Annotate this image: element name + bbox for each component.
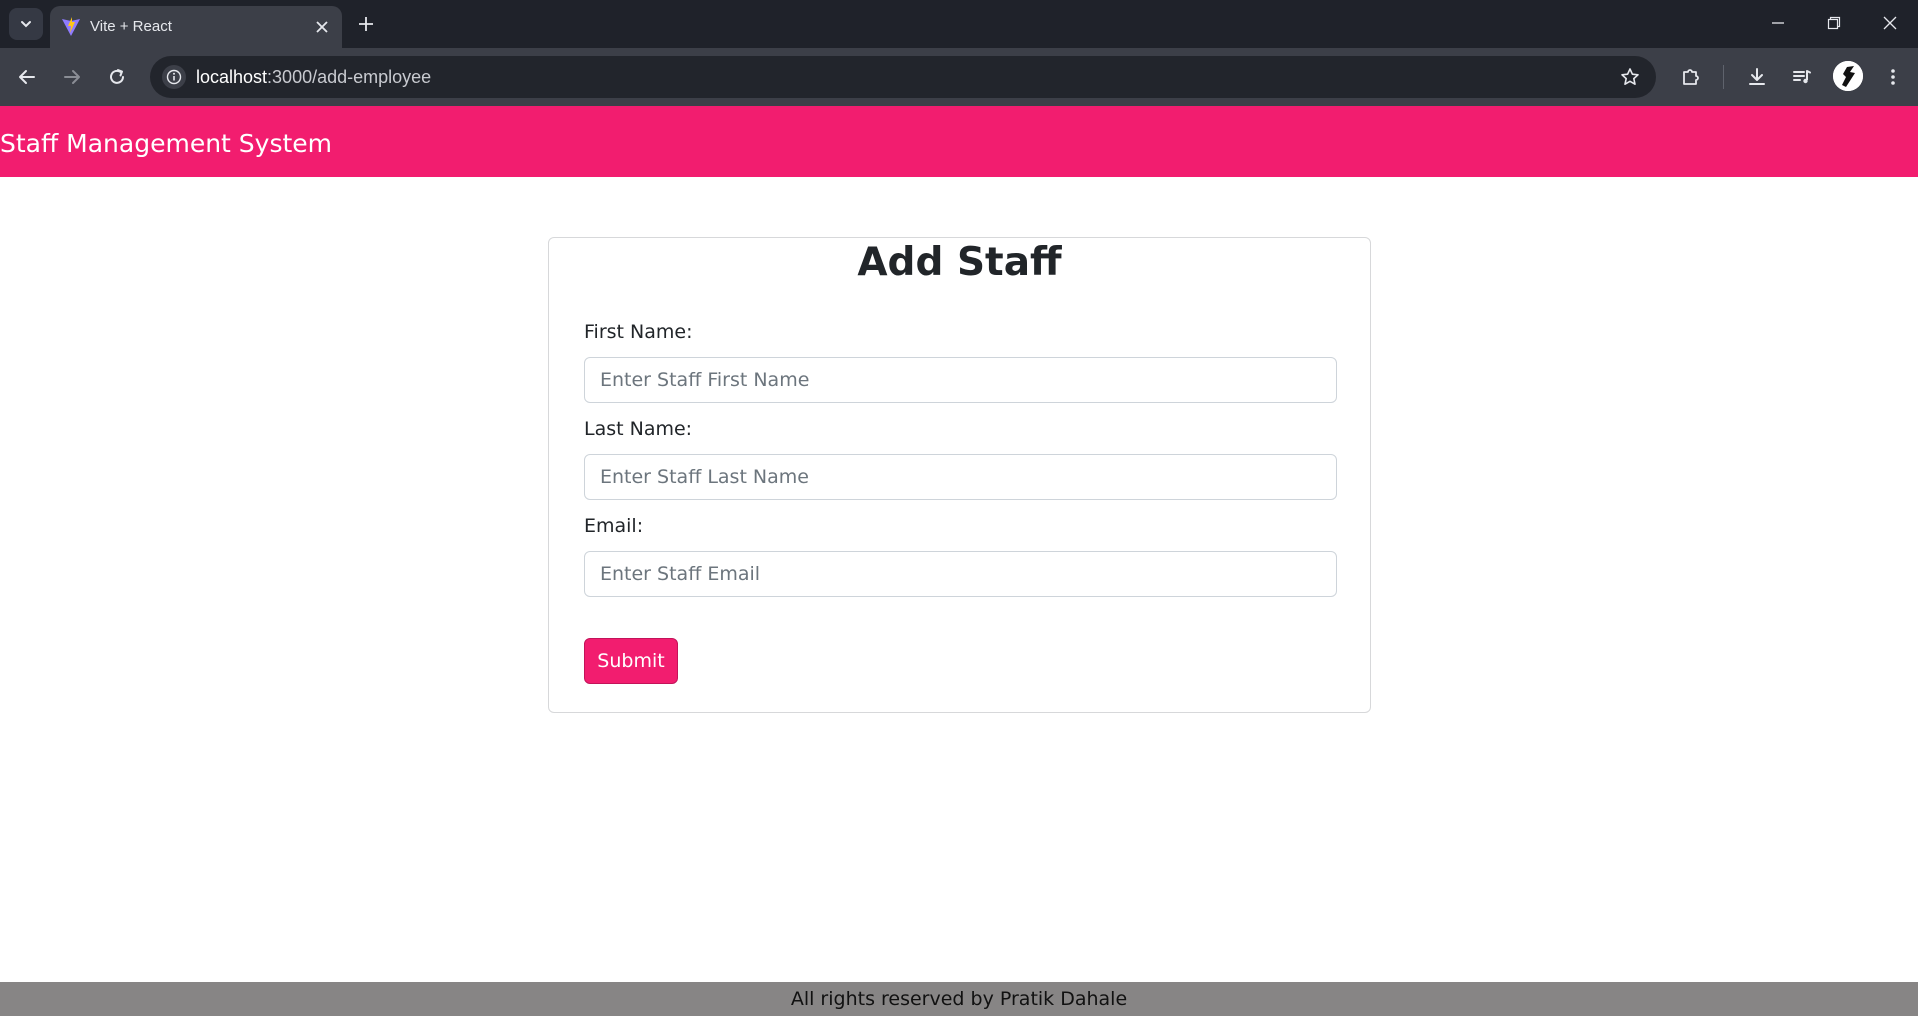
- back-button[interactable]: [12, 62, 42, 92]
- brand-title[interactable]: Staff Management System: [0, 129, 332, 158]
- minimize-button[interactable]: [1754, 6, 1802, 40]
- arrow-left-icon: [19, 70, 35, 84]
- first-name-input[interactable]: [584, 357, 1337, 403]
- site-info-button[interactable]: [162, 65, 186, 89]
- restore-button[interactable]: [1810, 6, 1858, 40]
- chevron-down-icon: [21, 21, 31, 28]
- first-name-label: First Name:: [584, 321, 693, 343]
- close-icon: [316, 21, 328, 33]
- info-icon: [166, 69, 182, 85]
- url-text: localhost:3000/add-employee: [196, 67, 431, 88]
- bookmark-button[interactable]: [1618, 65, 1642, 89]
- reload-button[interactable]: [102, 62, 132, 92]
- star-icon: [1621, 68, 1639, 85]
- email-label: Email:: [584, 515, 644, 537]
- vite-logo-icon: [62, 17, 80, 36]
- new-tab-button[interactable]: [352, 10, 380, 38]
- downloads-button[interactable]: [1742, 62, 1772, 92]
- plus-icon: [359, 17, 373, 31]
- last-name-label: Last Name:: [584, 418, 693, 440]
- extensions-button[interactable]: [1676, 62, 1706, 92]
- reload-icon: [110, 69, 124, 84]
- browser-toolbar: localhost:3000/add-employee: [0, 48, 1918, 106]
- app-header: Staff Management System: [0, 106, 1918, 177]
- close-icon: [1883, 16, 1897, 30]
- close-window-button[interactable]: [1866, 6, 1914, 40]
- kebab-menu-icon: [1891, 69, 1895, 85]
- active-tab[interactable]: Vite + React: [50, 6, 342, 48]
- last-name-input[interactable]: [584, 454, 1337, 500]
- restore-icon: [1827, 16, 1841, 30]
- form-title: Add Staff: [857, 240, 1062, 285]
- url-path: :3000/add-employee: [267, 67, 432, 87]
- tab-search-button[interactable]: [9, 8, 43, 40]
- submit-button[interactable]: Submit: [584, 638, 678, 684]
- media-queue-icon: [1793, 70, 1811, 84]
- url-host: localhost: [196, 67, 268, 87]
- minimize-icon: [1772, 22, 1784, 24]
- puzzle-icon: [1683, 69, 1699, 85]
- profile-avatar-icon: [1833, 61, 1863, 91]
- address-bar[interactable]: localhost:3000/add-employee: [150, 56, 1656, 98]
- email-input[interactable]: [584, 551, 1337, 597]
- media-button[interactable]: [1787, 62, 1817, 92]
- browser-menu-button[interactable]: [1878, 62, 1908, 92]
- toolbar-divider: [1723, 65, 1724, 89]
- browser-tab-bar: Vite + React: [0, 0, 1918, 48]
- arrow-right-icon: [64, 70, 80, 84]
- tab-title: Vite + React: [90, 18, 172, 35]
- tab-close-button[interactable]: [312, 17, 332, 37]
- download-icon: [1749, 68, 1765, 85]
- forward-button[interactable]: [57, 62, 87, 92]
- add-staff-form-card: Add Staff First Name: Last Name: Email: …: [548, 237, 1371, 713]
- profile-avatar[interactable]: [1833, 61, 1863, 91]
- page-footer: All rights reserved by Pratik Dahale: [0, 982, 1918, 1016]
- footer-text: All rights reserved by Pratik Dahale: [790, 988, 1128, 1010]
